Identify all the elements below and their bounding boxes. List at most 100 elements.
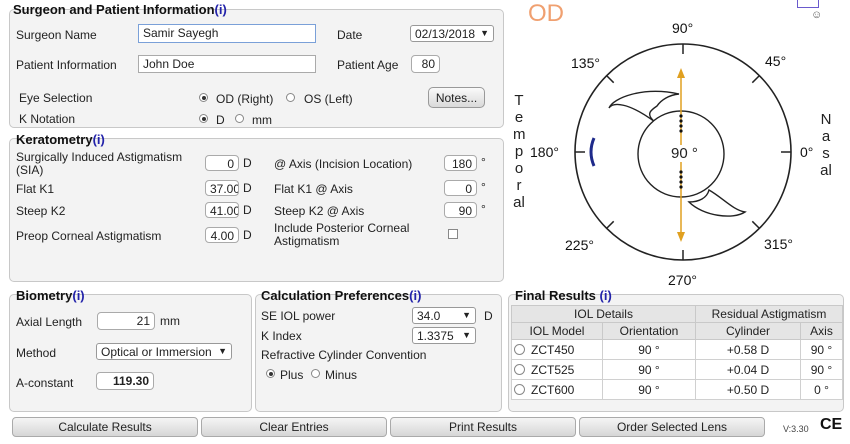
surgeon-panel-title: Surgeon and Patient Information(i) — [13, 2, 227, 17]
col-iol-model: IOL Model — [511, 322, 603, 340]
preop-astigmatism-input[interactable]: 4.00 — [205, 227, 239, 243]
temporal-label: Temporal — [513, 92, 526, 211]
surgeon-info-link[interactable]: (i) — [215, 2, 227, 17]
keratometry-info-link[interactable]: (i) — [93, 132, 105, 147]
table-row[interactable]: ZCT525 90 ° +0.04 D 90 ° — [511, 359, 843, 380]
print-results-button[interactable]: Print Results — [390, 417, 576, 437]
row-select-radio[interactable] — [514, 363, 525, 375]
k-index-value: 1.3375 — [417, 329, 454, 343]
method-select[interactable]: Optical or Immersion ▼ — [96, 343, 232, 360]
convention-label: Refractive Cylinder Convention — [261, 348, 427, 362]
angle-label-180: 180° — [530, 144, 559, 160]
steep-k2-axis-input[interactable]: 90 — [444, 202, 477, 218]
biometry-info-link[interactable]: (i) — [72, 288, 84, 303]
final-results-title-text: Final Results — [515, 288, 596, 303]
posterior-astigmatism-checkbox[interactable] — [448, 229, 458, 239]
preop-astigmatism-label: Preop Corneal Astigmatism — [16, 229, 162, 243]
results-group-header: IOL Details Residual Astigmatism — [511, 305, 843, 323]
se-iol-select[interactable]: 34.0 ▼ — [412, 307, 476, 324]
final-results-title: Final Results (i) — [515, 288, 612, 303]
row-select-radio[interactable] — [514, 383, 525, 395]
col-orientation: Orientation — [602, 322, 696, 340]
eye-selection-label: Eye Selection — [19, 91, 93, 105]
iol-model-text: ZCT450 — [531, 342, 575, 357]
axis-incision-label: @ Axis (Incision Location) — [274, 157, 413, 171]
angle-label-90: 90° — [672, 20, 694, 36]
angle-label-45: 45° — [765, 53, 787, 69]
k-index-label: K Index — [261, 329, 302, 343]
calc-prefs-title: Calculation Preferences(i) — [261, 288, 421, 303]
angle-label-0: 0° — [800, 144, 814, 160]
patient-age-input[interactable]: 80 — [411, 55, 440, 73]
k-notation-mm-radio[interactable] — [235, 114, 244, 123]
row-select-radio[interactable] — [514, 343, 525, 355]
flat-k1-input[interactable]: 37.00 — [205, 180, 239, 196]
patient-info-input[interactable]: John Doe — [138, 55, 316, 73]
axis-incision-input[interactable]: 180 — [444, 155, 477, 171]
eye-od-label: OD (Right) — [216, 92, 274, 106]
k-index-select[interactable]: 1.3375 ▼ — [412, 327, 476, 344]
axis-arrow-bottom — [677, 232, 685, 242]
iol-model-cell: ZCT600 — [511, 379, 603, 400]
center-axis-label: 90 ° — [669, 145, 700, 162]
angle-label-270: 270° — [668, 272, 697, 288]
surgeon-name-label: Surgeon Name — [16, 28, 97, 42]
table-row[interactable]: ZCT450 90 ° +0.58 D 90 ° — [511, 339, 843, 360]
sia-input[interactable]: 0 — [205, 155, 239, 171]
keratometry-title-text: Keratometry — [16, 132, 93, 147]
preop-astigmatism-unit: D — [243, 228, 252, 242]
toolbar-icon[interactable] — [797, 0, 819, 8]
eye-os-radio[interactable] — [286, 93, 295, 102]
eye-os-label: OS (Left) — [304, 92, 353, 106]
smile-icon: ☺ — [811, 9, 823, 21]
col-cylinder: Cylinder — [695, 322, 801, 340]
flat-k1-axis-label: Flat K1 @ Axis — [274, 182, 353, 196]
steep-k2-axis-label: Steep K2 @ Axis — [274, 204, 365, 218]
k-notation-label: K Notation — [19, 112, 76, 126]
convention-plus-radio[interactable] — [266, 369, 275, 378]
axial-length-label: Axial Length — [16, 315, 83, 329]
chevron-down-icon: ▼ — [218, 346, 227, 356]
nasal-label: Nasal — [820, 111, 832, 179]
a-constant-input[interactable]: 119.30 — [96, 372, 154, 390]
se-iol-label: SE IOL power — [261, 309, 336, 323]
flat-k1-axis-input[interactable]: 0 — [444, 180, 477, 196]
residual-astigmatism-header: Residual Astigmatism — [695, 305, 843, 323]
patient-info-label: Patient Information — [16, 58, 117, 72]
steep-k2-input[interactable]: 41.00 — [205, 202, 239, 218]
date-label: Date — [337, 28, 363, 42]
cylinder-cell: +0.04 D — [695, 359, 801, 380]
table-row[interactable]: ZCT600 90 ° +0.50 D 0 ° — [511, 379, 843, 400]
flat-k1-unit: D — [243, 181, 252, 195]
axis-arrow-top — [677, 68, 685, 78]
surgeon-name-input[interactable]: Samir Sayegh — [138, 24, 316, 43]
posterior-astigmatism-label: Include Posterior Corneal Astigmatism — [274, 221, 410, 248]
convention-minus-radio[interactable] — [311, 369, 320, 378]
axial-length-input[interactable]: 21 — [97, 312, 155, 330]
notes-button[interactable]: Notes... — [428, 87, 485, 108]
date-select[interactable]: 02/13/2018 ▼ — [410, 25, 494, 42]
calculate-results-button[interactable]: Calculate Results — [12, 417, 198, 437]
axial-length-unit: mm — [160, 314, 180, 328]
results-table: IOL Details Residual Astigmatism IOL Mod… — [511, 305, 843, 400]
sia-label: Surgically Induced Astigmatism (SIA) — [16, 150, 183, 177]
flat-k1-axis-unit: ° — [481, 180, 486, 194]
a-constant-label: A-constant — [16, 376, 74, 390]
ce-mark: CE — [820, 416, 843, 433]
calc-prefs-info-link[interactable]: (i) — [409, 288, 421, 303]
method-value: Optical or Immersion — [101, 345, 212, 359]
clear-entries-button[interactable]: Clear Entries — [201, 417, 387, 437]
orientation-cell: 90 ° — [602, 339, 696, 360]
eye-od-radio[interactable] — [199, 93, 208, 102]
final-results-info-link[interactable]: (i) — [600, 288, 612, 303]
col-axis: Axis — [800, 322, 843, 340]
order-selected-lens-button[interactable]: Order Selected Lens — [579, 417, 765, 437]
k-notation-d-label: D — [216, 113, 225, 127]
k-notation-d-radio[interactable] — [199, 114, 208, 123]
iol-model-cell: ZCT450 — [511, 339, 603, 360]
iol-details-header: IOL Details — [511, 305, 696, 323]
iol-model-text: ZCT600 — [531, 382, 575, 397]
orientation-cell: 90 ° — [602, 379, 696, 400]
angle-label-225: 225° — [565, 237, 594, 253]
axis-cell: 90 ° — [800, 339, 843, 360]
